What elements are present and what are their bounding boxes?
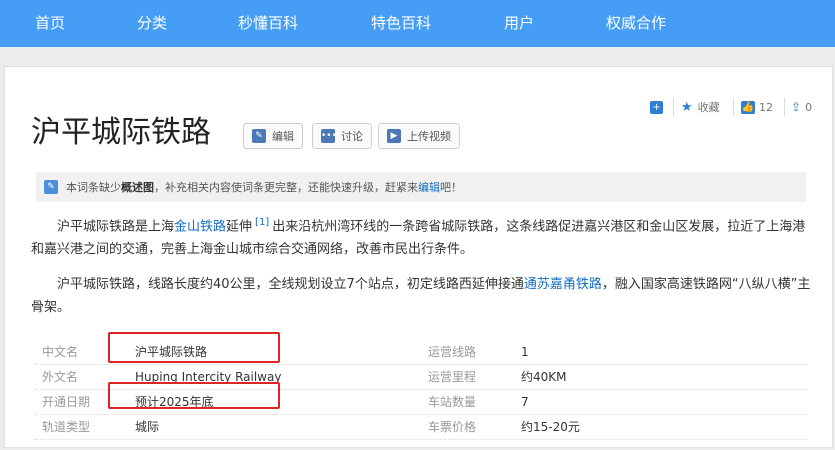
edit-note-icon: ✎ — [44, 180, 58, 194]
upload-video-button[interactable]: ▶ 上传视频 — [378, 123, 460, 149]
plus-icon: + — [650, 100, 663, 114]
share-icon: ⇪ — [791, 100, 802, 114]
missing-image-notice: ✎ 本词条缺少 概述图 ，补充相关内容使词条更完整，还能快速升级，赶紧来 编辑 吧！ — [36, 172, 806, 202]
info-label: 运营里程 — [428, 370, 477, 384]
favorite-label: 收藏 — [697, 101, 720, 114]
nav-item-category[interactable]: 分类 — [137, 0, 167, 47]
info-label: 车站数量 — [428, 395, 477, 409]
info-label: 外文名 — [42, 370, 79, 384]
like-button[interactable]: 👍 12 — [741, 97, 773, 117]
highlight-box-opening-date — [108, 382, 280, 409]
info-label: 车票价格 — [428, 420, 477, 434]
notice-edit-link[interactable]: 编辑 — [418, 179, 440, 195]
comment-icon: ••• — [321, 129, 337, 143]
nav-item-partner[interactable]: 权威合作 — [606, 0, 666, 47]
nav-item-miaodong[interactable]: 秒懂百科 — [238, 0, 298, 47]
edit-button[interactable]: ✎ 编辑 — [243, 123, 303, 149]
discuss-button[interactable]: ••• 讨论 — [312, 123, 372, 149]
discuss-label: 讨论 — [341, 130, 363, 143]
nav-item-home[interactable]: 首页 — [35, 0, 65, 47]
notice-suffix: 吧！ — [440, 181, 462, 194]
infobox: 中文名 沪平城际铁路 运营线路 1 外文名 Huping Intercity R… — [35, 332, 807, 450]
play-icon: ▶ — [387, 129, 401, 143]
info-value: 约40KM — [521, 370, 567, 384]
content-card: + ★ 收藏 👍 12 ⇪ 0 沪平城际铁路 ✎ 编辑 ••• 讨论 ▶ 上传视… — [4, 66, 833, 448]
nav-item-featured[interactable]: 特色百科 — [371, 0, 431, 47]
highlight-box-chinese-name — [108, 332, 280, 363]
favorite-button[interactable]: ★ 收藏 — [681, 97, 720, 117]
notice-highlight: 概述图 — [121, 181, 154, 194]
summary-text: 沪平城际铁路是上海 — [57, 219, 175, 235]
summary-paragraph-1: 沪平城际铁路是上海金山铁路延伸 [1] 出来沿杭州湾环线的一条跨省城际铁路，这条线路… — [31, 211, 811, 261]
notice-prefix: 本词条缺少 — [66, 181, 121, 194]
toolbar-divider — [673, 98, 674, 116]
summary-text: 延伸 — [226, 219, 253, 235]
thumbs-up-icon: 👍 — [741, 100, 755, 114]
info-label: 中文名 — [42, 345, 79, 359]
info-value: 城际 — [135, 420, 160, 434]
notice-middle: ，补充相关内容使词条更完整，还能快速升级，赶紧来 — [154, 181, 418, 194]
tongsu-jiayong-railway-link[interactable]: 通苏嘉甬铁路 — [524, 277, 602, 292]
summary-paragraph-2: 沪平城际铁路，线路长度约40公里，全线规划设立7个站点，初定线路西延伸接通通苏嘉… — [31, 273, 811, 319]
upload-video-label: 上传视频 — [407, 130, 451, 143]
info-value: 1 — [521, 345, 529, 359]
info-label: 运营线路 — [428, 345, 477, 359]
reference-1[interactable]: [1] — [255, 217, 269, 228]
info-value: 7 — [521, 395, 529, 409]
jinshan-railway-link[interactable]: 金山铁路 — [174, 219, 226, 234]
toolbar-divider — [784, 98, 785, 116]
toolbar-divider — [733, 98, 734, 116]
add-button[interactable]: + — [650, 97, 667, 117]
nav-item-user[interactable]: 用户 — [504, 0, 534, 47]
edit-label: 编辑 — [272, 130, 294, 143]
summary-text: 沪平城际铁路，线路长度约40公里，全线规划设立7个站点，初定线路西延伸接通 — [57, 277, 524, 292]
info-value: 约15-20元 — [521, 420, 580, 434]
pencil-icon: ✎ — [252, 129, 266, 143]
share-count: 0 — [805, 100, 813, 114]
info-label: 开通日期 — [42, 395, 91, 409]
page-title: 沪平城际铁路 — [31, 115, 211, 150]
info-label: 轨道类型 — [42, 420, 91, 434]
share-button[interactable]: ⇪ 0 — [791, 97, 812, 117]
top-nav: 首页 分类 秒懂百科 特色百科 用户 权威合作 — [0, 0, 835, 47]
table-row: 轨道类型 城际 车票价格 约15-20元 — [35, 415, 807, 440]
like-count: 12 — [759, 100, 773, 114]
star-icon: ★ — [681, 99, 693, 115]
